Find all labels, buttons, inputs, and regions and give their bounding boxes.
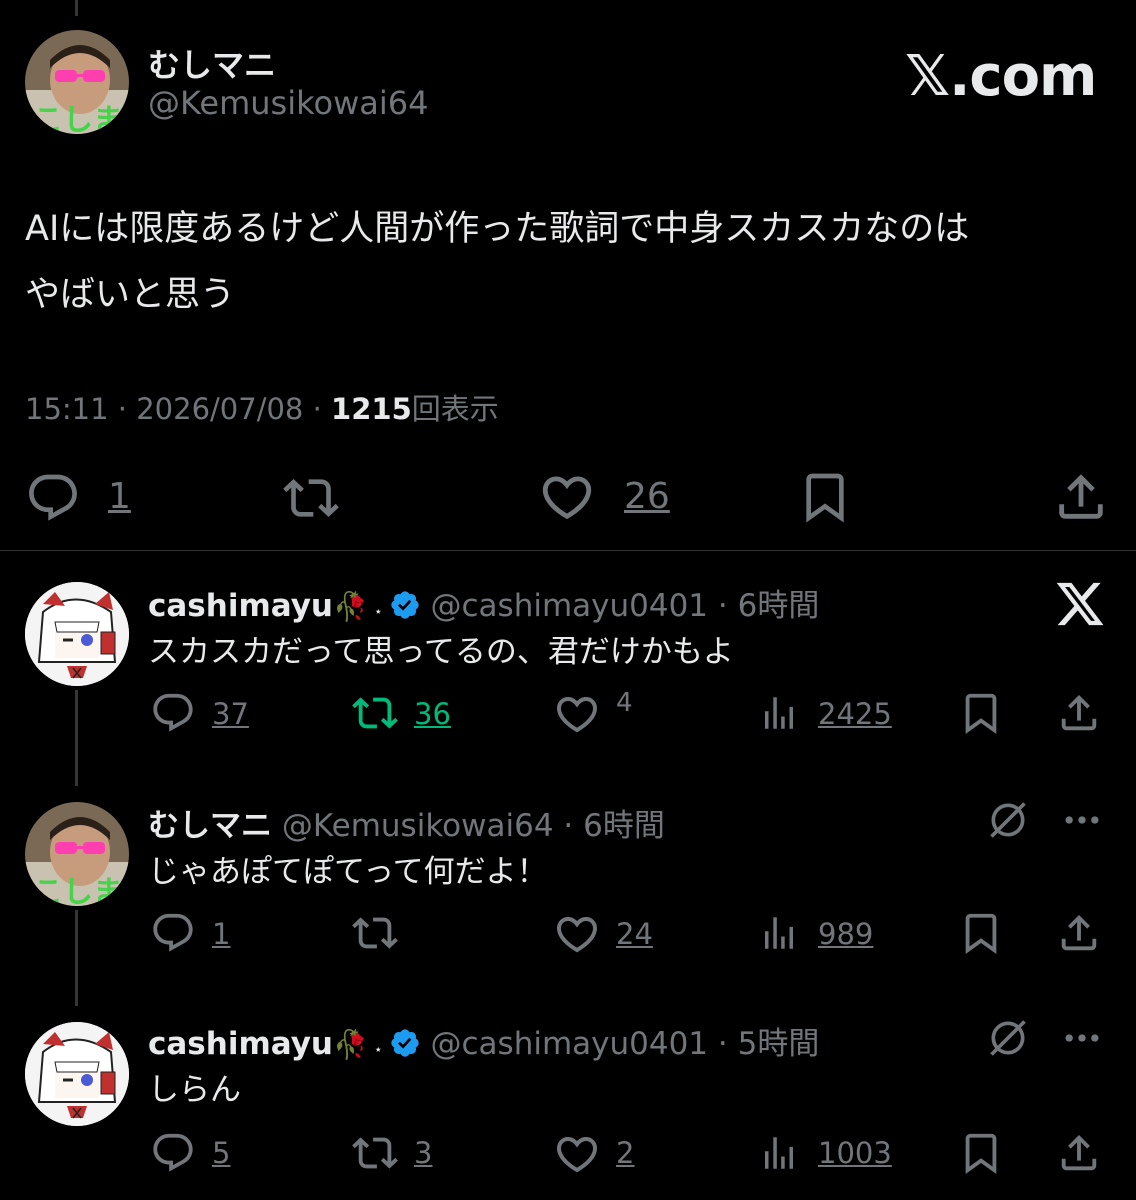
- bookmark-icon[interactable]: [958, 910, 1004, 956]
- author-name[interactable]: cashimayu: [148, 1026, 333, 1062]
- post-age[interactable]: 6時間: [583, 808, 665, 844]
- anime-girl-avatar-icon: [25, 582, 129, 686]
- more-icon[interactable]: [1060, 798, 1104, 842]
- anime-girl-avatar-icon: [25, 1022, 129, 1126]
- author-name[interactable]: cashimayu: [148, 588, 333, 624]
- author-name[interactable]: むしマニ: [148, 808, 272, 844]
- share-icon[interactable]: [1056, 690, 1102, 736]
- views-count[interactable]: 989: [818, 917, 873, 951]
- reply-count[interactable]: 37: [212, 697, 249, 731]
- avatar[interactable]: こしま: [25, 30, 129, 134]
- views-count[interactable]: 1003: [818, 1136, 892, 1170]
- repost-icon[interactable]: [350, 690, 400, 736]
- thread-line: [75, 690, 78, 786]
- verified-badge-icon: [389, 589, 421, 621]
- reply-count[interactable]: 1: [108, 476, 131, 517]
- sunglasses-man-avatar-icon: こしま: [25, 30, 129, 134]
- sparkle-icon: ⋆: [373, 1042, 383, 1058]
- share-icon[interactable]: [1052, 468, 1110, 526]
- view-suffix: 回表示: [411, 392, 499, 426]
- post-date: 2026/07/08: [136, 392, 304, 426]
- thread-line: [75, 0, 78, 16]
- share-icon[interactable]: [1056, 910, 1102, 956]
- reply-text: じゃあぽてぽてって何だよ！: [148, 854, 548, 890]
- like-icon[interactable]: [553, 690, 601, 738]
- grok-icon[interactable]: [986, 1016, 1030, 1060]
- sunglasses-man-avatar-icon: こしま: [25, 802, 129, 906]
- avatar[interactable]: [25, 582, 129, 686]
- svg-text:こしま: こしま: [33, 103, 123, 134]
- reply-header: むしマニ @Kemusikowai64 · 6時間: [148, 800, 665, 845]
- author-handle[interactable]: @Kemusikowai64: [148, 84, 428, 122]
- reply-count[interactable]: 1: [212, 917, 230, 951]
- bookmark-icon[interactable]: [797, 468, 853, 526]
- like-icon[interactable]: [553, 910, 601, 958]
- view-count: 1215: [331, 392, 412, 426]
- thread-line: [75, 910, 78, 1006]
- share-icon[interactable]: [1056, 1130, 1102, 1176]
- author-name[interactable]: むしマニ: [148, 40, 276, 86]
- divider: [0, 550, 1136, 551]
- repost-count[interactable]: 36: [414, 697, 451, 731]
- reply-text: スカスカだって思ってるの、君だけかもよ: [148, 634, 734, 670]
- post-time: 15:11: [25, 392, 109, 426]
- repost-icon[interactable]: [350, 910, 400, 956]
- author-handle[interactable]: @Kemusikowai64: [282, 808, 554, 844]
- repost-count[interactable]: 3: [414, 1136, 432, 1170]
- rose-emoji-icon: 🥀: [333, 590, 368, 623]
- bookmark-icon[interactable]: [958, 1130, 1004, 1176]
- post-age[interactable]: 5時間: [738, 1026, 820, 1062]
- reply-icon[interactable]: [150, 690, 196, 736]
- meta-separator: ·: [717, 1026, 728, 1062]
- post-text: AIには限度あるけど人間が作った歌詞で中身スカスカなのは やばいと思う: [25, 196, 969, 328]
- repost-icon[interactable]: [280, 470, 342, 526]
- reply-icon[interactable]: [150, 910, 196, 956]
- grok-icon[interactable]: [986, 798, 1030, 842]
- meta-separator: ·: [563, 808, 574, 844]
- like-count[interactable]: 24: [616, 917, 653, 951]
- reply-icon[interactable]: [25, 470, 81, 526]
- like-count-animating[interactable]: 4: [616, 688, 632, 712]
- author-handle[interactable]: @cashimayu0401: [431, 588, 709, 624]
- post-text-line: AIには限度あるけど人間が作った歌詞で中身スカスカなのは: [25, 209, 970, 249]
- bookmark-icon[interactable]: [958, 690, 1004, 736]
- reply-header: cashimayu🥀 ⋆ @cashimayu0401 · 5時間: [148, 1018, 819, 1063]
- reply-header: cashimayu🥀 ⋆ @cashimayu0401 · 6時間: [148, 580, 819, 625]
- x-brand-logo: 𝕏.com: [905, 44, 1097, 109]
- post-meta: 15:11 · 2026/07/08 · 1215回表示: [25, 386, 499, 428]
- post-text-line: やばいと思う: [25, 275, 236, 315]
- avatar[interactable]: こしま: [25, 802, 129, 906]
- like-count[interactable]: 26: [624, 476, 670, 517]
- reply-count[interactable]: 5: [212, 1136, 230, 1170]
- rose-emoji-icon: 🥀: [333, 1028, 368, 1061]
- post-age[interactable]: 6時間: [738, 588, 820, 624]
- views-icon[interactable]: [758, 912, 800, 954]
- like-icon[interactable]: [538, 468, 596, 526]
- like-icon[interactable]: [553, 1130, 601, 1178]
- avatar[interactable]: [25, 1022, 129, 1126]
- author-handle[interactable]: @cashimayu0401: [431, 1026, 709, 1062]
- views-icon[interactable]: [758, 692, 800, 734]
- like-count[interactable]: 2: [616, 1136, 634, 1170]
- sparkle-icon: ⋆: [373, 604, 383, 620]
- meta-separator: ·: [312, 392, 322, 426]
- views-count[interactable]: 2425: [818, 697, 892, 731]
- meta-separator: ·: [117, 392, 128, 426]
- reply-text: しらん: [148, 1072, 241, 1108]
- views-icon[interactable]: [758, 1132, 800, 1174]
- verified-badge-icon: [389, 1027, 421, 1059]
- x-logo-icon: [1054, 578, 1106, 630]
- more-icon[interactable]: [1060, 1016, 1104, 1060]
- svg-text:こしま: こしま: [33, 875, 123, 906]
- repost-icon[interactable]: [350, 1130, 400, 1176]
- reply-icon[interactable]: [150, 1130, 196, 1176]
- meta-separator: ·: [717, 588, 728, 624]
